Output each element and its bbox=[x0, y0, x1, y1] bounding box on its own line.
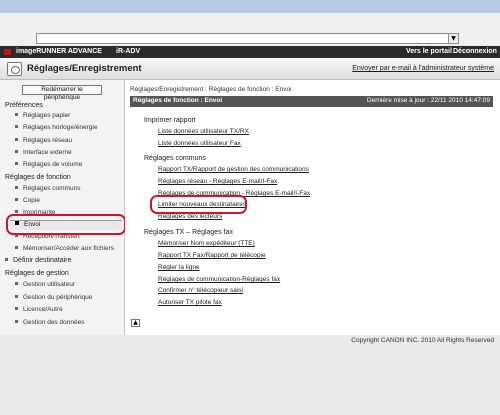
sidebar-item-store-access-files[interactable]: Mémoriser/Accéder aux fichiers bbox=[15, 245, 120, 252]
bullet-icon bbox=[15, 138, 18, 141]
browser-chrome: ▼ bbox=[0, 0, 500, 45]
last-update-text: Dernière mise à jour : 22/11 2010 14:47:… bbox=[366, 97, 490, 104]
sidebar-item-network-settings[interactable]: Réglages réseau bbox=[15, 137, 120, 144]
content-title: Réglages de fonction : Envoi bbox=[133, 97, 223, 104]
app-header: imageRUNNER ADVANCE iR-ADV Vers le porta… bbox=[0, 46, 500, 58]
link-user-data-list-txrx[interactable]: Liste données utilisateur TX/RX bbox=[158, 128, 249, 135]
sidebar-item-label: Interface externe bbox=[23, 149, 72, 156]
sidebar-item-device-management[interactable]: Gestion du périphérique bbox=[15, 294, 120, 301]
sidebar-section-function-settings: Réglages de fonction bbox=[5, 174, 71, 181]
sidebar-item-paper-settings[interactable]: Réglages papier bbox=[15, 112, 120, 119]
settings-icon bbox=[7, 62, 22, 76]
link-reader-settings[interactable]: Réglages des lecteurs bbox=[158, 213, 222, 220]
sidebar-item-label: Réglages de volume bbox=[23, 161, 83, 168]
sidebar-item-label: Réglages horloge/énergie bbox=[23, 124, 98, 131]
page-titlebar: Réglages/Enregistrement Envoyer par e-ma… bbox=[0, 58, 500, 80]
link-register-sender-name[interactable]: Mémoriser Nom expéditeur (TTE) bbox=[158, 240, 255, 247]
group-title-fax-tx-settings: Réglages TX – Réglages fax bbox=[144, 229, 233, 236]
sidebar-item-label: Réglages papier bbox=[23, 112, 71, 119]
model-name: iR-ADV bbox=[116, 48, 141, 55]
bullet-icon bbox=[15, 186, 18, 189]
content-highlight-annotation bbox=[150, 195, 247, 214]
sidebar-item-label: Réglages réseau bbox=[23, 137, 73, 144]
sidebar-item-common-settings[interactable]: Réglages communs bbox=[15, 185, 120, 192]
brand-name: imageRUNNER ADVANCE bbox=[16, 48, 102, 55]
bullet-icon bbox=[15, 210, 18, 213]
group-title-common-settings: Réglages communs bbox=[144, 155, 206, 162]
bullet-icon bbox=[15, 198, 18, 201]
sidebar-item-label: Licence/Autre bbox=[23, 306, 63, 313]
address-bar[interactable]: ▼ bbox=[36, 33, 459, 44]
main-content: Réglages/Enregistrement : Réglages de fo… bbox=[125, 80, 500, 335]
bullet-icon bbox=[15, 246, 18, 249]
link-network-email-ifax[interactable]: Réglages réseau - Réglages E-mail/I-Fax bbox=[158, 178, 277, 185]
bullet-icon bbox=[15, 282, 18, 285]
sidebar-item-volume[interactable]: Réglages de volume bbox=[15, 161, 120, 168]
link-allow-fax-driver-tx[interactable]: Autoriser TX pilote fax bbox=[158, 299, 222, 306]
email-admin-link[interactable]: Envoyer par e-mail à l'administrateur sy… bbox=[352, 65, 494, 72]
link-confirm-fax-number[interactable]: Confirmer n° télécopieur saisi bbox=[158, 287, 243, 294]
portal-link[interactable]: Vers le portail bbox=[406, 48, 452, 55]
scroll-to-top-button[interactable]: ▲ bbox=[131, 319, 140, 327]
sidebar-item-clock-power[interactable]: Réglages horloge/énergie bbox=[15, 124, 120, 131]
sidebar-item-label: Gestion du périphérique bbox=[23, 294, 93, 301]
sidebar-item-label: Gestion des données bbox=[23, 319, 85, 326]
canon-logo-icon bbox=[4, 49, 11, 55]
sidebar-item-user-management[interactable]: Gestion utilisateur bbox=[15, 281, 120, 288]
sidebar-item-label: Copie bbox=[23, 197, 40, 204]
sidebar-item-external-interface[interactable]: Interface externe bbox=[15, 149, 120, 156]
sidebar-section-define-destination[interactable]: Définir destinataire bbox=[5, 257, 71, 264]
browser-title-bar bbox=[0, 0, 500, 13]
bullet-icon bbox=[15, 113, 18, 116]
bullet-icon bbox=[15, 162, 18, 165]
bullet-icon bbox=[15, 125, 18, 128]
sidebar-item-data-management[interactable]: Gestion des données bbox=[15, 319, 120, 326]
sidebar-highlight-annotation bbox=[6, 214, 126, 235]
sidebar-section-preferences: Préférences bbox=[5, 102, 43, 109]
logout-link[interactable]: Déconnexion bbox=[453, 48, 497, 55]
sidebar-item-copy[interactable]: Copie bbox=[15, 197, 120, 204]
sidebar-item-label: Mémoriser/Accéder aux fichiers bbox=[23, 245, 115, 252]
sidebar-item-license-other[interactable]: Licence/Autre bbox=[15, 306, 120, 313]
link-user-data-list-fax[interactable]: Liste données utilisateur Fax bbox=[158, 140, 241, 147]
sidebar-item-label: Réglages communs bbox=[23, 185, 81, 192]
breadcrumb: Réglages/Enregistrement : Réglages de fo… bbox=[130, 86, 292, 93]
sidebar-section-label: Définir destinataire bbox=[13, 257, 72, 264]
bullet-icon bbox=[15, 320, 18, 323]
restart-device-button[interactable]: Redémarrer le périphérique bbox=[22, 85, 102, 101]
link-fax-tx-report[interactable]: Rapport TX Fax/Rapport de télécopie bbox=[158, 252, 266, 259]
bullet-icon bbox=[15, 150, 18, 153]
bullet-icon bbox=[5, 258, 8, 261]
sidebar: Redémarrer le périphérique Préférences R… bbox=[0, 80, 126, 335]
page-title: Réglages/Enregistrement bbox=[27, 63, 142, 74]
link-set-line[interactable]: Régler la ligne bbox=[158, 264, 200, 271]
address-dropdown-button[interactable]: ▼ bbox=[448, 34, 458, 43]
footer: Copyright CANON INC. 2010 All Rights Res… bbox=[0, 335, 500, 415]
copyright-text: Copyright CANON INC. 2010 All Rights Res… bbox=[351, 337, 494, 344]
link-fax-communication-settings[interactable]: Réglages de communication-Réglages fax bbox=[158, 276, 280, 283]
bullet-icon bbox=[15, 307, 18, 310]
sidebar-section-management-settings: Réglages de gestion bbox=[5, 270, 69, 277]
bullet-icon bbox=[15, 295, 18, 298]
group-title-print-report: Imprimer rapport bbox=[144, 117, 196, 124]
link-tx-report[interactable]: Rapport TX/Rapport de gestion des commun… bbox=[158, 166, 309, 173]
sidebar-item-label: Gestion utilisateur bbox=[23, 281, 76, 288]
content-header: Réglages de fonction : Envoi Dernière mi… bbox=[130, 96, 493, 107]
